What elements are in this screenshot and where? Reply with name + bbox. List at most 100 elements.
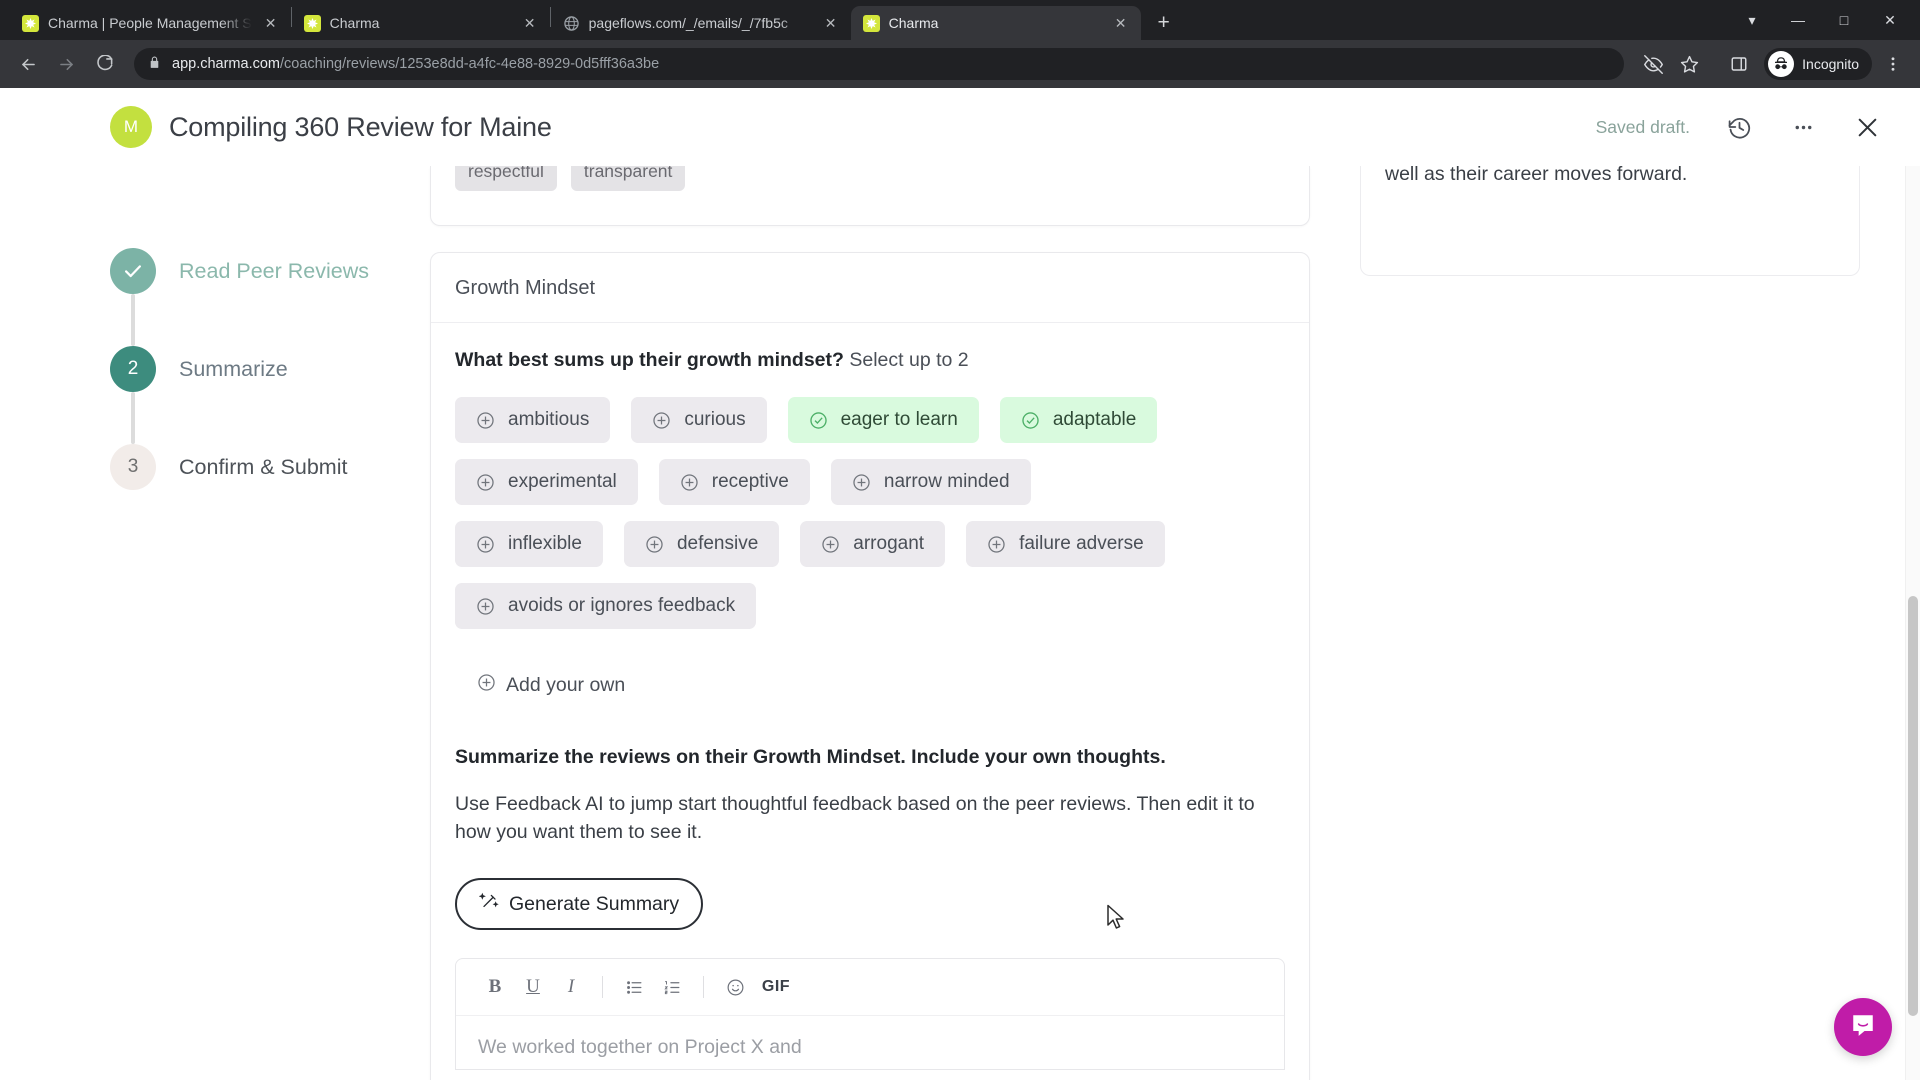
tab-title: Charma [329,15,380,31]
chip-inflexible[interactable]: inflexible [455,521,603,567]
window-controls: ▾ — □ ✕ [1730,0,1920,40]
chip-narrow-minded[interactable]: narrow minded [830,459,1031,505]
chip-row-1: ambitious curious eager to learn adaptab… [455,397,1285,443]
profile-label: Incognito [1802,56,1859,72]
plus-circle-icon [477,673,496,698]
chip-label: eager to learn [840,409,958,430]
right-column: well as their career moves forward. [1310,166,1860,276]
chip-label: ambitious [508,409,590,430]
browser-tab-2[interactable]: Charma ✕ [292,6,550,40]
page-title: Compiling 360 Review for Maine [169,111,552,142]
browser-window: Charma | People Management S ✕ Charma ✕ … [0,0,1920,1080]
eye-off-icon[interactable] [1638,49,1668,79]
question-text: What best sums up their growth mindset? [455,349,844,371]
page-scrollbar[interactable] [1905,166,1920,1080]
window-close-button[interactable]: ✕ [1868,2,1912,38]
step-number: 2 [110,346,156,392]
close-icon[interactable] [1852,112,1882,142]
add-your-own-button[interactable]: Add your own [455,665,635,706]
chip-curious[interactable]: curious [631,397,767,443]
plus-circle-icon [476,535,495,554]
chip-transparent[interactable]: transparent [570,166,686,191]
step-connector [131,294,135,346]
growth-mindset-card: Growth Mindset What best sums up their g… [430,252,1310,1080]
url-path: /coaching/reviews/1253e8dd-a4fc-4e88-892… [280,56,660,72]
toolbar-divider [602,976,603,999]
step-label: Read Peer Reviews [179,258,370,283]
chip-label: experimental [508,471,617,492]
tab-search-chevron-icon[interactable]: ▾ [1730,2,1774,38]
chip-failure-adverse[interactable]: failure adverse [966,521,1165,567]
new-tab-button[interactable]: + [1147,6,1181,40]
sidebar-step-confirm-submit[interactable]: 3 Confirm & Submit [110,444,430,490]
scroll-body: Read Peer Reviews 2 Summarize 3 Confirm … [0,166,1920,1080]
chip-avoids-or-ignores-feedback[interactable]: avoids or ignores feedback [455,583,757,629]
star-icon[interactable] [1674,49,1704,79]
numbered-list-icon[interactable] [653,973,691,1001]
question-hint: Select up to 2 [849,349,969,371]
chip-arrogant[interactable]: arrogant [800,521,946,567]
chip-defensive[interactable]: defensive [623,521,780,567]
kebab-menu-icon[interactable] [1878,49,1908,79]
previous-question-card: respectful transparent [430,166,1310,226]
browser-tab-3[interactable]: pageflows.com/_/emails/_/7fb5c ✕ [551,6,851,40]
plus-circle-icon [821,535,840,554]
plus-circle-icon [645,535,664,554]
chip-adaptable[interactable]: adaptable [999,397,1158,443]
url-text: app.charma.com/coaching/reviews/1253e8dd… [172,56,659,72]
plus-circle-icon [652,411,671,430]
chip-respectful[interactable]: respectful [455,166,557,191]
window-minimize-button[interactable]: — [1776,2,1820,38]
generate-summary-button[interactable]: Generate Summary [455,878,704,931]
globe-favicon-icon [563,15,580,32]
forward-button[interactable] [50,48,82,80]
chip-row-4: avoids or ignores feedback [455,583,1285,629]
lock-icon [148,56,161,72]
scrollbar-thumb[interactable] [1908,596,1918,1016]
bold-button[interactable]: B [476,973,514,1001]
editor-text-content[interactable]: We worked together on Project X and [456,1016,1284,1069]
italic-button[interactable]: I [552,973,590,1001]
reload-button[interactable] [88,48,120,80]
sidebar-step-summarize[interactable]: 2 Summarize [110,346,430,392]
back-button[interactable] [12,48,44,80]
side-panel-icon[interactable] [1724,49,1754,79]
emoji-icon[interactable] [716,973,754,1001]
chip-receptive[interactable]: receptive [658,459,810,505]
gif-button[interactable]: GIF [754,973,798,1001]
intercom-chat-button[interactable] [1834,998,1892,1056]
layout-columns: Read Peer Reviews 2 Summarize 3 Confirm … [0,166,1920,1080]
check-circle-icon [809,411,828,430]
step-number: 3 [110,444,156,490]
browser-tab-1[interactable]: Charma | People Management S ✕ [10,6,291,40]
more-horizontal-icon[interactable] [1788,112,1818,142]
chip-ambitious[interactable]: ambitious [455,397,611,443]
chip-label: narrow minded [883,471,1010,492]
toolbar-divider [703,976,704,999]
summary-prompt-title: Summarize the reviews on their Growth Mi… [455,746,1166,768]
window-maximize-button[interactable]: □ [1822,2,1866,38]
plus-circle-icon [852,473,871,492]
tab-close-icon[interactable]: ✕ [520,13,540,33]
bullet-list-icon[interactable] [615,973,653,1001]
tab-close-icon[interactable]: ✕ [261,13,281,33]
chip-label: adaptable [1052,409,1137,430]
address-bar[interactable]: app.charma.com/coaching/reviews/1253e8dd… [134,48,1625,80]
tab-title: Charma | People Management S [48,15,252,31]
profile-incognito-button[interactable]: Incognito [1764,48,1872,80]
browser-tab-4-active[interactable]: Charma ✕ [850,6,1141,40]
chip-row-3: inflexible defensive arrogant failure ad… [455,521,1285,567]
rich-text-editor: B U I GIF We worked together on Project … [455,958,1285,1071]
app-header: M Compiling 360 Review for Maine Saved d… [0,88,1920,166]
chip-experimental[interactable]: experimental [455,459,638,505]
chip-eager-to-learn[interactable]: eager to learn [787,397,979,443]
tab-close-icon[interactable]: ✕ [1111,13,1131,33]
plus-circle-icon [987,535,1006,554]
charma-favicon-icon [303,14,321,32]
underline-button[interactable]: U [514,973,552,1001]
editor-toolbar: B U I GIF [456,959,1284,1017]
sidebar-step-read-peer-reviews[interactable]: Read Peer Reviews [110,248,430,294]
history-icon[interactable] [1724,112,1754,142]
main-column: respectful transparent Growth Mindset Wh… [430,166,1310,1080]
tab-close-icon[interactable]: ✕ [821,13,841,33]
